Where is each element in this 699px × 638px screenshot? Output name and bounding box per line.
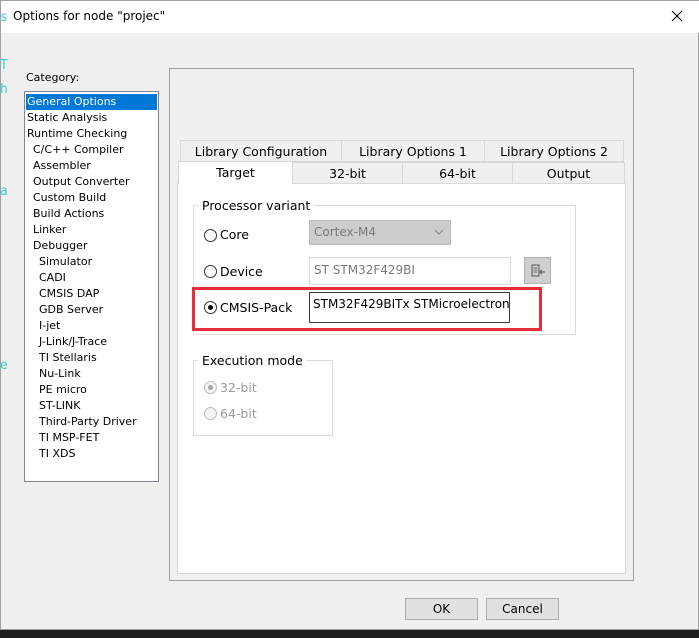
processor-variant-legend: Processor variant <box>198 198 315 213</box>
category-item[interactable]: J-Link/J-Trace <box>39 334 107 350</box>
background-text-fragment: e <box>0 358 8 373</box>
background-text-fragment: T <box>0 58 8 73</box>
device-browse-icon <box>531 264 545 276</box>
background-text-fragment: s <box>0 10 8 25</box>
category-item[interactable]: Debugger <box>33 238 87 254</box>
category-item[interactable]: Linker <box>33 222 66 238</box>
background-text-fragment: h <box>0 82 8 97</box>
category-item[interactable]: Runtime Checking <box>27 126 127 142</box>
core-radio[interactable] <box>204 229 217 242</box>
tab-library-options-1[interactable]: Library Options 1 <box>341 140 485 162</box>
category-item[interactable]: TI XDS <box>39 446 75 462</box>
device-label: Device <box>220 264 263 279</box>
exec-64-bit-radio <box>204 407 217 420</box>
options-dialog: Options for node "projec" Category: Gene… <box>0 0 699 630</box>
device-browse-button[interactable] <box>524 257 551 284</box>
category-item[interactable]: C/C++ Compiler <box>33 142 124 158</box>
ok-button[interactable]: OK <box>405 598 478 620</box>
background-bottom-strip <box>0 630 699 638</box>
tab-output[interactable]: Output <box>512 162 625 184</box>
close-icon <box>671 10 683 22</box>
window-title: Options for node "projec" <box>13 9 166 23</box>
category-list[interactable]: General Options Static Analysis Runtime Ch… <box>24 91 159 482</box>
category-item[interactable]: Assembler <box>33 158 91 174</box>
category-item[interactable]: Simulator <box>39 254 92 270</box>
cancel-button[interactable]: Cancel <box>486 598 559 620</box>
execution-mode-group <box>193 360 333 436</box>
category-item[interactable]: Nu-Link <box>39 366 81 382</box>
category-item[interactable]: Custom Build <box>33 190 106 206</box>
category-label: Category: <box>26 71 80 84</box>
exec-64-bit-label: 64-bit <box>220 406 257 421</box>
cmsis-pack-field[interactable]: STM32F429BITx STMicroelectronics <box>309 292 510 323</box>
category-item[interactable]: Output Converter <box>33 174 130 190</box>
core-select: Cortex-M4 <box>309 220 451 245</box>
category-item[interactable]: TI MSP-FET <box>39 430 99 446</box>
chevron-down-icon <box>434 229 444 235</box>
tab-64-bit[interactable]: 64-bit <box>402 162 513 184</box>
category-item[interactable]: General Options <box>26 94 157 110</box>
exec-32-bit-radio <box>204 381 217 394</box>
tab-library-configuration[interactable]: Library Configuration <box>180 140 342 162</box>
category-item[interactable]: GDB Server <box>39 302 103 318</box>
core-label: Core <box>220 227 249 242</box>
category-item[interactable]: Build Actions <box>33 206 104 222</box>
category-item[interactable]: CADI <box>39 270 66 286</box>
device-radio[interactable] <box>204 265 217 278</box>
category-item[interactable]: Static Analysis <box>27 110 107 126</box>
category-item[interactable]: TI Stellaris <box>39 350 97 366</box>
exec-32-bit-label: 32-bit <box>220 380 257 395</box>
tab-target[interactable]: Target <box>178 161 293 184</box>
cmsis-pack-label: CMSIS-Pack <box>220 300 293 315</box>
tab-32-bit[interactable]: 32-bit <box>292 162 403 184</box>
cmsis-pack-radio[interactable] <box>204 301 217 314</box>
category-item[interactable]: Third-Party Driver <box>39 414 137 430</box>
title-bar: Options for node "projec" <box>1 1 699 33</box>
background-text-fragment: a <box>0 184 8 199</box>
device-field: ST STM32F429BI <box>309 257 511 285</box>
execution-mode-legend: Execution mode <box>198 353 307 368</box>
tab-library-options-2[interactable]: Library Options 2 <box>484 140 624 162</box>
category-item[interactable]: CMSIS DAP <box>39 286 99 302</box>
category-item[interactable]: ST-LINK <box>39 398 80 414</box>
category-item[interactable]: I-jet <box>39 318 60 334</box>
category-item[interactable]: PE micro <box>39 382 87 398</box>
close-button[interactable] <box>655 1 699 31</box>
core-select-value: Cortex-M4 <box>314 225 376 239</box>
